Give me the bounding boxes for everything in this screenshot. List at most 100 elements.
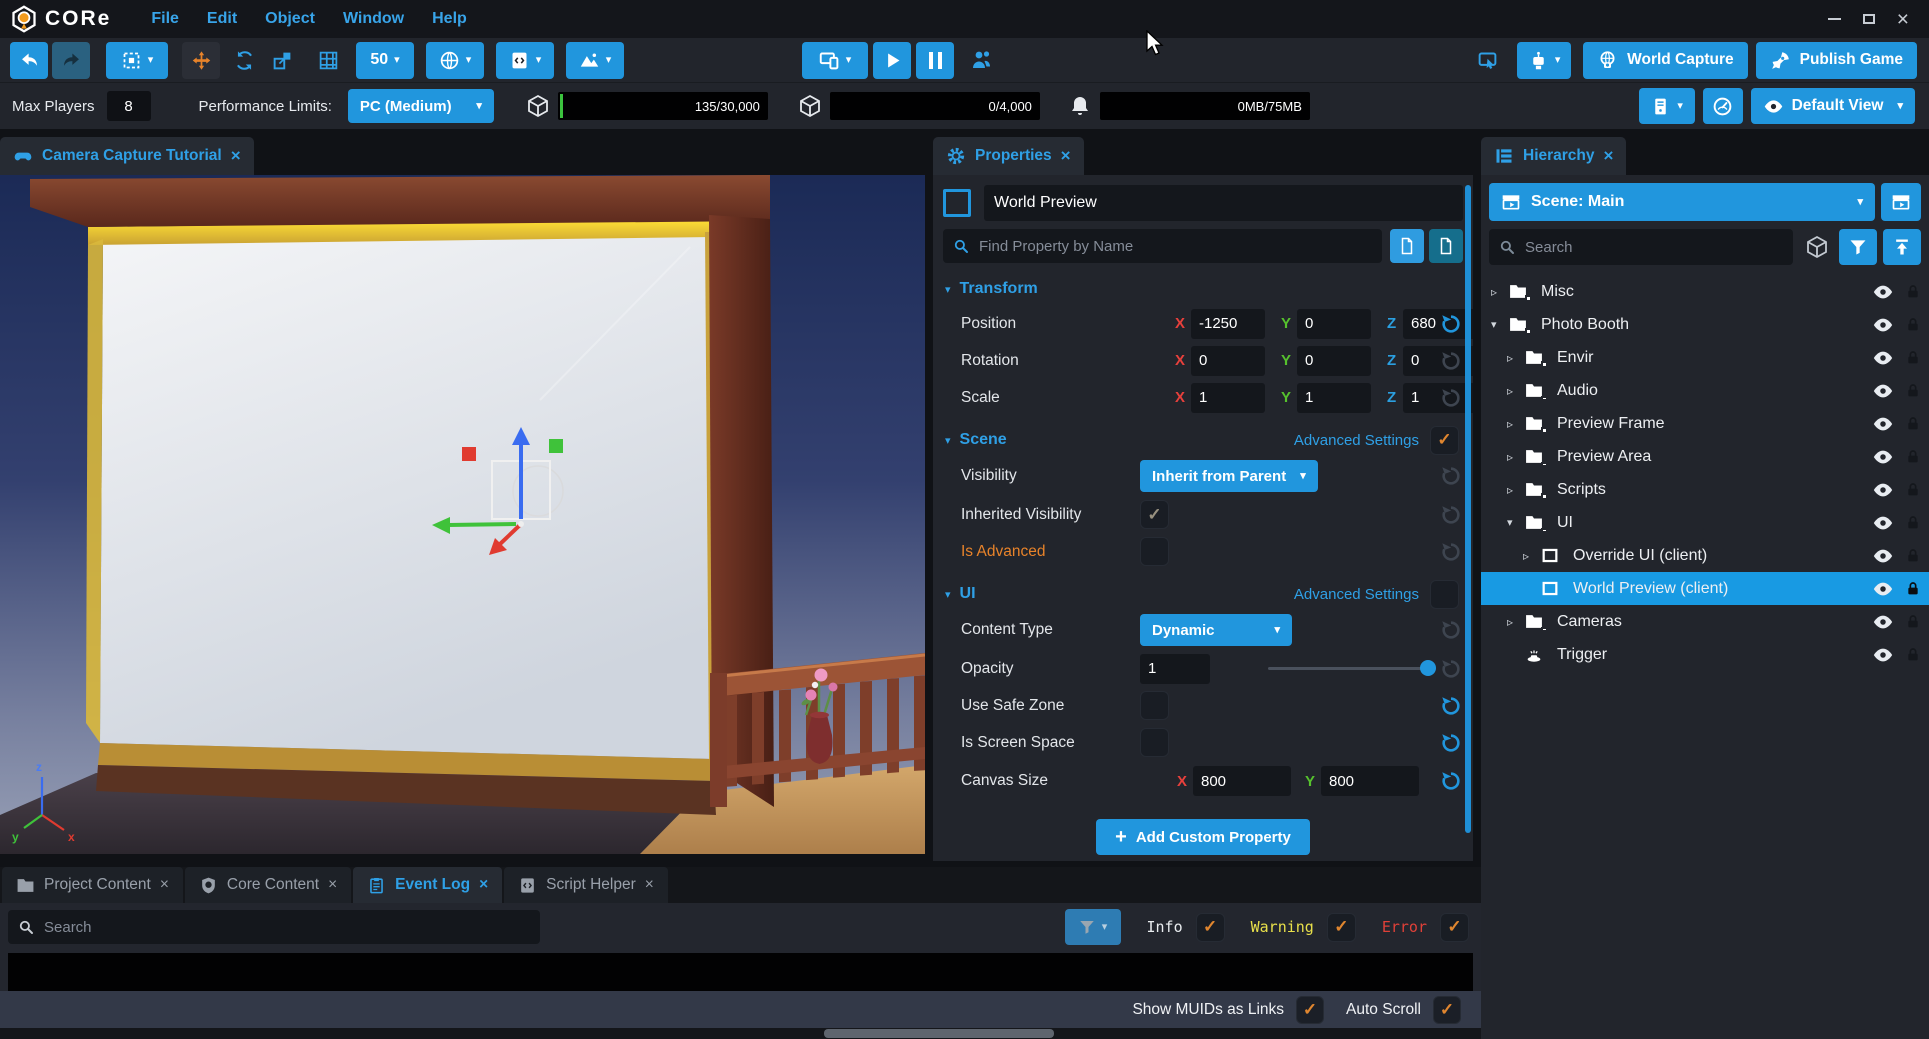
close-icon[interactable] [160,876,169,894]
close-icon[interactable] [1604,146,1614,166]
lock-icon[interactable] [1905,548,1921,564]
scale-z-input[interactable] [1403,383,1473,413]
preview-mode-dropdown[interactable] [802,42,868,79]
filter-by-type-cube-icon[interactable] [1805,235,1829,259]
pause-button[interactable] [916,42,954,79]
tab-hierarchy[interactable]: Hierarchy [1481,137,1626,175]
menu-item-object[interactable]: Object [265,10,315,28]
collapse-all-button[interactable] [1883,229,1921,265]
world-capture-button[interactable]: World Capture [1583,42,1748,79]
visibility-eye-icon[interactable] [1872,512,1894,534]
minimize-button[interactable] [1828,18,1841,20]
expand-arrow-icon[interactable] [1507,483,1523,497]
tab-project-content[interactable]: Project Content [2,867,183,903]
properties-scrollbar[interactable] [1465,185,1471,833]
scale-y-input[interactable] [1297,383,1371,413]
copy-properties-button[interactable] [1390,229,1424,263]
snap-grid-button[interactable] [310,42,346,79]
server-settings-dropdown[interactable] [1639,88,1695,124]
is-screen-space-checkbox[interactable] [1140,728,1169,757]
publish-game-button[interactable]: Publish Game [1756,42,1917,79]
horizontal-scrollbar[interactable] [0,1028,1481,1039]
menu-item-window[interactable]: Window [343,10,404,28]
hierarchy-search-input[interactable] [1525,239,1784,256]
performance-limits-dropdown[interactable]: PC (Medium) [348,89,494,123]
expand-arrow-icon[interactable] [1523,549,1539,563]
reset-icon[interactable] [1440,504,1462,526]
restore-button[interactable] [1863,14,1875,24]
screen-share-button[interactable] [1469,42,1505,79]
visibility-eye-icon[interactable] [1872,644,1894,666]
log-filter-dropdown[interactable] [1065,909,1121,945]
select-tool-dropdown[interactable] [106,42,168,79]
tab-script-helper[interactable]: Script Helper [504,867,668,903]
script-dropdown[interactable] [496,42,554,79]
reset-icon[interactable] [1440,387,1462,409]
tree-row-override-ui[interactable]: Override UI (client) [1481,539,1929,572]
close-icon[interactable] [1061,146,1071,166]
canvas-size-y-input[interactable] [1321,766,1419,796]
reset-icon[interactable] [1440,313,1462,335]
lock-icon[interactable] [1905,383,1921,399]
show-muids-checkbox[interactable] [1296,996,1324,1024]
scene-selector-dropdown[interactable]: Scene: Main [1489,183,1875,221]
rotate-tool-button[interactable] [226,42,262,79]
collapse-arrow-icon[interactable] [1491,318,1507,331]
visibility-eye-icon[interactable] [1872,380,1894,402]
tree-row-preview-frame[interactable]: Preview Frame [1481,407,1929,440]
section-header-scene[interactable]: Scene Advanced Settings [933,424,1473,456]
expand-arrow-icon[interactable] [1507,351,1523,365]
object-name-input[interactable] [984,185,1463,221]
reset-icon[interactable] [1440,541,1462,563]
section-header-ui[interactable]: UI Advanced Settings [933,578,1473,610]
visibility-eye-icon[interactable] [1872,413,1894,435]
event-log-output[interactable] [8,953,1473,991]
manage-scenes-button[interactable] [1881,183,1921,221]
opacity-slider[interactable] [1268,667,1436,670]
visibility-eye-icon[interactable] [1872,611,1894,633]
is-advanced-checkbox[interactable] [1140,537,1169,566]
multiplayer-preview-button[interactable] [962,42,1002,79]
rotation-y-input[interactable] [1297,346,1371,376]
terrain-dropdown[interactable] [566,42,624,79]
redo-button[interactable] [52,42,90,79]
menu-item-help[interactable]: Help [432,10,467,28]
reset-icon[interactable] [1440,770,1462,792]
reset-icon[interactable] [1440,619,1462,641]
visibility-eye-icon[interactable] [1872,314,1894,336]
opacity-input[interactable] [1140,654,1210,684]
tree-row-world-preview-selected[interactable]: World Preview (client) [1481,572,1929,605]
visibility-eye-icon[interactable] [1872,479,1894,501]
scale-tool-button[interactable] [264,42,300,79]
close-icon[interactable] [479,876,488,894]
reset-icon[interactable] [1440,732,1462,754]
paste-properties-button[interactable] [1429,229,1463,263]
advanced-settings-checkbox[interactable] [1430,426,1459,455]
expand-arrow-icon[interactable] [1507,417,1523,431]
close-icon[interactable] [645,876,654,894]
visibility-eye-icon[interactable] [1872,281,1894,303]
reset-icon[interactable] [1440,658,1462,680]
tree-row-audio[interactable]: Audio [1481,374,1929,407]
performance-gauge-button[interactable] [1703,88,1743,124]
slider-thumb[interactable] [1420,660,1436,676]
expand-arrow-icon[interactable] [1507,384,1523,398]
lock-icon[interactable] [1905,515,1921,531]
menu-item-edit[interactable]: Edit [207,10,237,28]
reset-icon[interactable] [1440,465,1462,487]
hierarchy-search-box[interactable] [1489,229,1793,265]
lock-icon[interactable] [1905,317,1921,333]
lock-icon[interactable] [1905,350,1921,366]
menu-item-file[interactable]: File [151,10,179,28]
tree-row-photo-booth[interactable]: Photo Booth [1481,308,1929,341]
close-icon[interactable] [231,146,241,166]
tab-event-log[interactable]: Event Log [353,867,502,903]
ai-assistant-dropdown[interactable] [1517,42,1571,79]
world-space-dropdown[interactable] [426,42,484,79]
tab-camera-capture-tutorial[interactable]: Camera Capture Tutorial [0,137,254,175]
visibility-eye-icon[interactable] [1872,446,1894,468]
close-icon[interactable] [328,876,337,894]
property-search-box[interactable] [943,229,1382,263]
lock-icon[interactable] [1905,647,1921,663]
lock-icon[interactable] [1905,581,1921,597]
